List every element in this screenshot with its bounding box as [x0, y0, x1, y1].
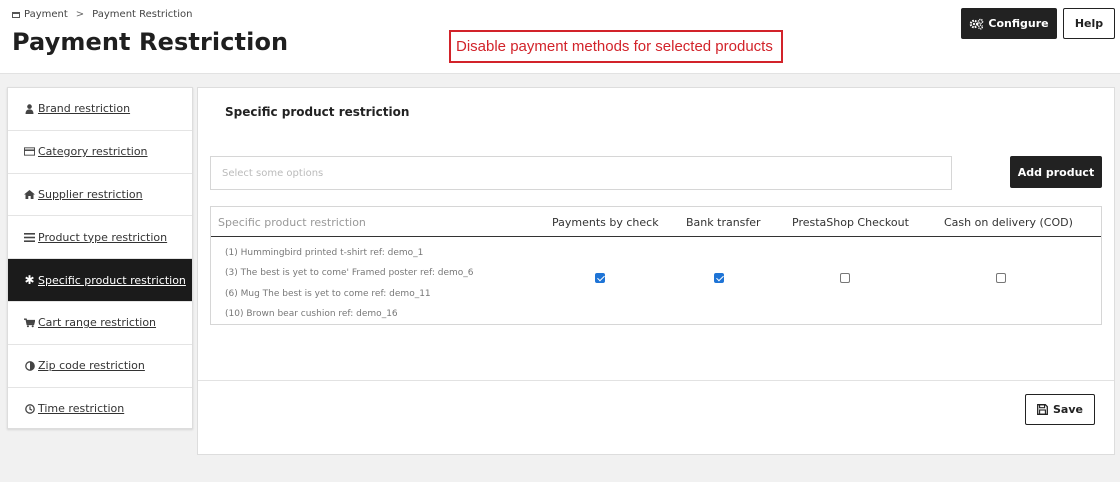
sidebar-item-zip-code[interactable]: Zip code restriction: [8, 345, 192, 388]
sidebar-item-brand[interactable]: Brand restriction: [8, 88, 192, 131]
restriction-table: Specific product restriction Payments by…: [210, 206, 1102, 325]
list-icon: [24, 232, 35, 242]
sidebar-item-category[interactable]: Category restriction: [8, 131, 192, 174]
page-title: Payment Restriction: [12, 28, 289, 56]
sidebar-item-label: Zip code restriction: [38, 359, 145, 373]
breadcrumb-parent[interactable]: Payment: [24, 9, 68, 20]
restriction-sidebar: Brand restriction Category restriction S…: [7, 87, 193, 429]
checkbox-prestashop-checkout[interactable]: [840, 273, 850, 283]
specific-product-panel: Specific product restriction Select some…: [197, 87, 1115, 455]
sidebar-item-product-type[interactable]: Product type restriction: [8, 216, 192, 260]
asterisk-icon: ✱: [24, 273, 35, 288]
contrast-icon: [24, 360, 35, 371]
sidebar-item-label: Brand restriction: [38, 102, 131, 116]
breadcrumb-current: Payment Restriction: [92, 9, 193, 20]
product-item: (10) Brown bear cushion ref: demo_16: [225, 308, 398, 319]
credit-card-icon: [24, 147, 35, 156]
product-item: (6) Mug The best is yet to come ref: dem…: [225, 288, 431, 299]
breadcrumb: Payment > Payment Restriction: [12, 9, 192, 20]
configure-button[interactable]: Configure: [961, 8, 1057, 39]
sidebar-item-label: Time restriction: [38, 402, 125, 416]
page-header: Payment > Payment Restriction Payment Re…: [0, 0, 1120, 74]
window-icon: [12, 11, 20, 18]
sidebar-item-label: Category restriction: [38, 145, 148, 159]
checkbox-cash-on-delivery[interactable]: [996, 273, 1006, 283]
panel-footer-divider: [198, 380, 1114, 381]
sidebar-item-label: Supplier restriction: [38, 187, 143, 201]
column-header-cod: Cash on delivery (COD): [944, 216, 1073, 229]
annotation-callout: Disable payment methods for selected pro…: [449, 30, 783, 63]
product-select-input[interactable]: Select some options: [210, 156, 952, 190]
checkbox-payments-by-check[interactable]: [595, 273, 605, 283]
column-header-bank-transfer: Bank transfer: [686, 216, 761, 229]
panel-title: Specific product restriction: [225, 105, 410, 119]
clock-icon: [24, 404, 35, 414]
product-item: (3) The best is yet to come' Framed post…: [225, 268, 474, 279]
sidebar-item-label: Specific product restriction: [38, 273, 186, 287]
column-header-prestashop-checkout: PrestaShop Checkout: [792, 216, 909, 229]
sidebar-item-specific-product[interactable]: ✱ Specific product restriction: [8, 259, 192, 302]
sidebar-item-label: Cart range restriction: [38, 316, 157, 330]
table-header: Specific product restriction Payments by…: [211, 207, 1101, 237]
column-header-products: Specific product restriction: [218, 216, 366, 229]
breadcrumb-separator: >: [75, 9, 85, 20]
sidebar-item-label: Product type restriction: [38, 230, 168, 244]
sidebar-item-supplier[interactable]: Supplier restriction: [8, 174, 192, 217]
save-button[interactable]: Save: [1025, 394, 1095, 425]
product-list: (1) Hummingbird printed t-shirt ref: dem…: [225, 243, 474, 324]
sidebar-item-time[interactable]: Time restriction: [8, 388, 192, 431]
sidebar-item-cart-range[interactable]: Cart range restriction: [8, 302, 192, 345]
user-icon: [24, 104, 35, 114]
save-label: Save: [1053, 403, 1083, 416]
help-button[interactable]: Help: [1063, 8, 1115, 39]
checkbox-bank-transfer[interactable]: [714, 273, 724, 283]
column-header-check: Payments by check: [552, 216, 659, 229]
add-product-button[interactable]: Add product: [1010, 156, 1102, 188]
floppy-disk-icon: [1037, 404, 1048, 415]
configure-label: Configure: [988, 17, 1049, 30]
gears-icon: [970, 18, 984, 30]
home-icon: [24, 189, 35, 199]
cart-icon: [24, 318, 35, 328]
product-item: (1) Hummingbird printed t-shirt ref: dem…: [225, 248, 424, 258]
